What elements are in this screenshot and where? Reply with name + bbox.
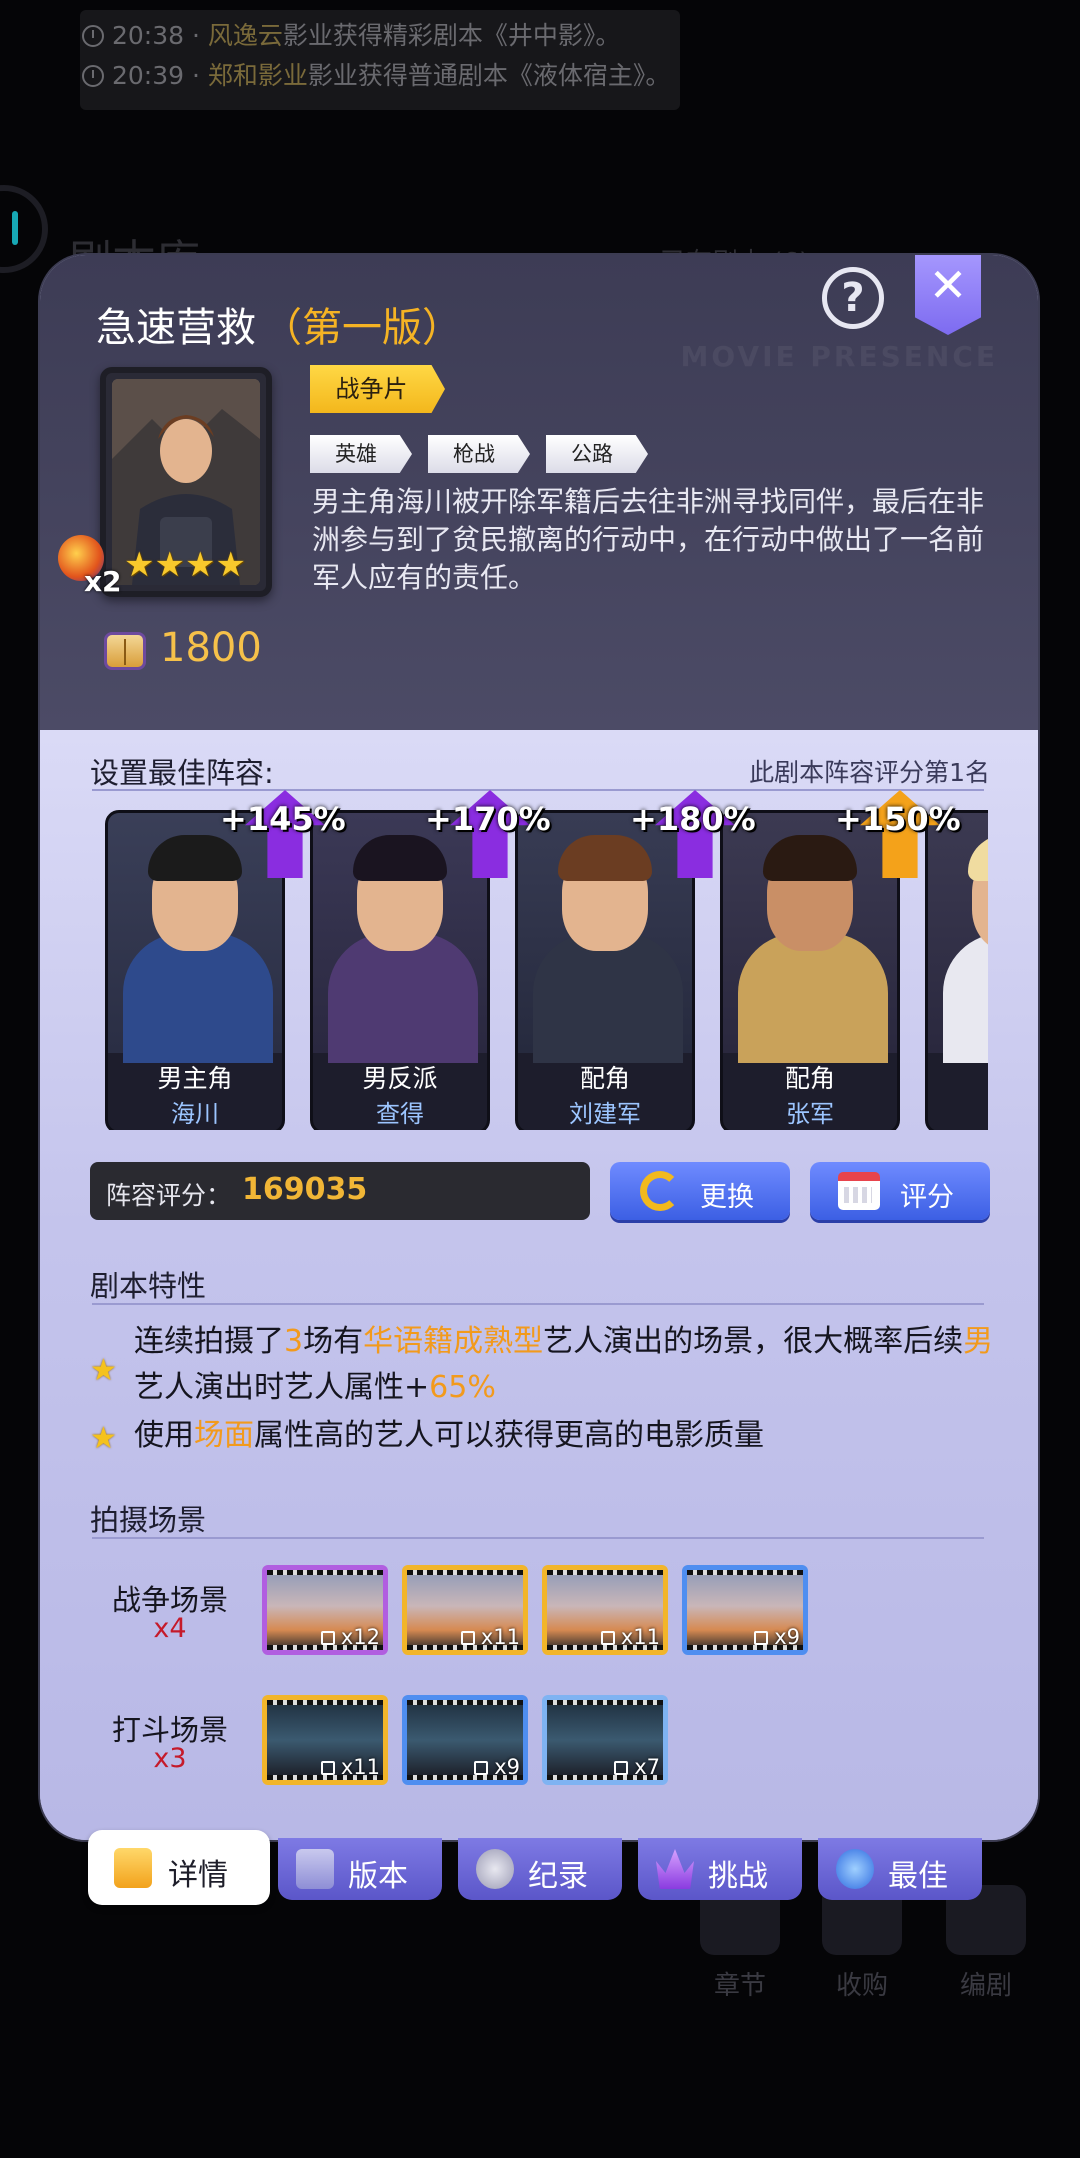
star-rating: ★ ★ ★ ★ [124,547,246,583]
cast-role: 男反派 [362,1064,438,1093]
script-description: 男主角海川被开除军籍后去往非洲寻找同伴，最后在非洲参与到了贫民撤离的行动中，在行… [312,485,985,594]
star-icon: ★ [124,545,155,585]
tag-hero: 英雄 [310,435,412,473]
scene-group-count: x3 [153,1743,187,1774]
bg-nav-acquire: 收购 [812,1885,912,2002]
script-detail-panel: MOVIE PRESENCE 急速营救 （第一版） ? ✕ ★ ★ ★ ★ x2 … [40,255,1038,1840]
traits-header: 剧本特性 [90,1269,207,1303]
lineup-rank-note: 此剧本阵容评分第1名 [749,758,990,787]
news-line-1: 20:38 · 风逸云影业获得精彩剧本《井中影》。 [82,16,620,52]
medal-icon [836,1849,874,1889]
bg-nav-chapter: 章节 [690,1885,790,2002]
star-icon: ★ [215,545,246,585]
scene-tile[interactable]: x7 [542,1695,668,1785]
book-icon [104,632,146,670]
help-icon: ? [841,275,865,321]
tab-details[interactable]: 详情 [88,1830,270,1905]
scene-tile[interactable]: x9 [682,1565,808,1655]
actor-count-icon [460,1631,475,1645]
star-icon: ★ [90,1421,117,1456]
divider [92,1537,984,1539]
cast-bonus: +150% [835,800,961,838]
tab-best[interactable]: 最佳 [818,1838,982,1900]
scenes-header: 拍摄场景 [90,1503,207,1537]
star-icon: ★ [154,545,185,585]
actor-count-icon [474,1761,489,1775]
lineup-score-label: 阵容评分： [106,1181,232,1210]
actor-count-icon [600,1631,615,1645]
scene-tile[interactable]: x11 [262,1695,388,1785]
star-icon: ★ [90,1353,117,1388]
cast-bonus: +170% [425,800,551,838]
cast-role: 配角 [579,1064,630,1093]
trait-item-2: 使用场面属性高的艺人可以获得更高的电影质量 [134,1418,764,1453]
cast-card-support-3[interactable] [925,810,988,1130]
news-line-2: 20:39 · 郑和影业影业获得普通剧本《液体宿主》。 [82,56,670,92]
records-icon [476,1849,514,1889]
script-title: 急速营救 （第一版） [96,295,462,353]
multiplier-text: x2 [84,565,122,598]
star-icon: ★ [184,545,216,585]
clock-icon [82,25,104,47]
lineup-score-value: 169035 [242,1172,368,1207]
tag-road: 公路 [546,435,648,473]
cast-actor-name: 张军 [786,1100,834,1128]
scene-tile[interactable]: x11 [542,1565,668,1655]
cast-card-villain[interactable]: 男反派 查得 [310,810,490,1130]
cast-card-support-1[interactable]: 配角 刘建军 [515,810,695,1130]
scene-tile[interactable]: x9 [402,1695,528,1785]
watermark: MOVIE PRESENCE [680,340,998,373]
divider [92,1303,984,1305]
version-icon [296,1849,334,1889]
actor-count-icon [614,1761,629,1775]
help-button[interactable]: ? [822,267,884,329]
scene-tile[interactable]: x11 [402,1565,528,1655]
genre-tag: 战争片 [310,365,445,413]
tab-challenge[interactable]: 挑战 [638,1838,802,1900]
crown-icon [656,1849,694,1889]
details-icon [114,1848,152,1888]
refresh-icon [640,1171,680,1211]
trait-item-1: 连续拍摄了3场有华语籍成熟型艺人演出的场景，很大概率后续男艺人演出时艺人属性+6… [134,1324,994,1405]
script-name: 急速营救 [96,305,256,351]
script-version: （第一版） [262,305,462,351]
tab-version[interactable]: 版本 [278,1838,442,1900]
scene-group-count: x4 [153,1613,187,1644]
cast-card-lead[interactable]: 男主角 海川 [105,810,285,1130]
tag-gunfight: 枪战 [428,435,530,473]
cast-role: 配角 [784,1064,835,1093]
actor-count-icon [320,1631,335,1645]
clock-icon [82,65,104,87]
cast-actor-name: 查得 [376,1100,424,1128]
lineup-header: 设置最佳阵容: [90,756,274,790]
swap-button[interactable]: 更换 [610,1162,790,1220]
rate-button[interactable]: 评分 [810,1162,990,1220]
bg-nav-writer: 编剧 [936,1885,1036,2002]
cast-role: 男主角 [157,1064,233,1093]
calendar-icon [838,1172,880,1210]
lineup-score-box: 阵容评分： 169035 [90,1162,590,1220]
cast-list[interactable]: 男主角 海川 男反派 查得 配角 刘建军 配角 张军 +145% +170% +… [103,790,988,1130]
cast-actor-name: 刘建军 [569,1100,641,1128]
close-icon: ✕ [928,258,968,312]
actor-count-icon [320,1761,335,1775]
cast-bonus: +180% [630,800,756,838]
cast-card-support-2[interactable]: 配角 张军 [720,810,900,1130]
tab-records[interactable]: 纪录 [458,1838,622,1900]
cast-actor-name: 海川 [171,1100,219,1128]
cast-bonus: +145% [220,800,346,838]
scene-tile[interactable]: x12 [262,1565,388,1655]
actor-count-icon [754,1631,769,1645]
book-value: 1800 [160,625,262,671]
